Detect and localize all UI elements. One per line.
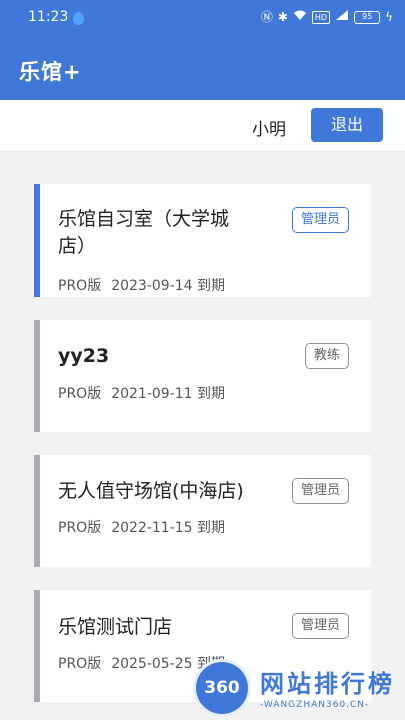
venue-name: 乐馆测试门店 [58, 616, 173, 638]
app-bar: 乐馆+ [0, 36, 405, 100]
status-icons: Ⓝ ✱ HD 95 ϟ [261, 9, 393, 25]
venue-edition: PRO版 [58, 656, 102, 672]
venue-edition: PRO版 [58, 278, 102, 294]
venue-expiry: 2021-09-11 到期 [111, 386, 226, 402]
venue-meta: PRO版 2023-09-14 到期 [58, 275, 225, 295]
watermark-text: 网站排行榜 [260, 670, 395, 698]
venue-expiry: 2022-11-15 到期 [111, 520, 226, 536]
username: 小明 [252, 120, 286, 140]
venue-name: 乐馆自习室（大学城 店） [58, 208, 230, 257]
wifi-icon [293, 9, 307, 25]
charging-icon: ϟ [385, 10, 393, 24]
venue-meta: PRO版 2021-09-11 到期 [58, 383, 225, 403]
user-bar: 小明 退出 [0, 100, 405, 150]
hd-badge: HD [311, 10, 331, 24]
status-bar: 11:23 Ⓝ ✱ HD 95 ϟ [0, 0, 405, 36]
battery-icon: 95 [354, 10, 381, 24]
logout-button[interactable]: 退出 [311, 108, 383, 142]
watermark-logo-icon: 360 [196, 662, 248, 714]
status-time: 11:23 [28, 9, 69, 25]
nfc-icon: Ⓝ [260, 10, 273, 24]
venue-meta: PRO版 2022-11-15 到期 [58, 517, 225, 537]
venue-card[interactable]: yy23 教练 PRO版 2021-09-11 到期 [34, 320, 371, 432]
role-badge: 管理员 [291, 478, 349, 504]
notification-bubble-icon [73, 12, 84, 25]
app-title: 乐馆+ [19, 60, 82, 84]
venue-card[interactable]: 无人值守场馆(中海店) 管理员 PRO版 2022-11-15 到期 [34, 455, 371, 567]
venue-name: yy23 [58, 345, 110, 367]
venue-card[interactable]: 乐馆自习室（大学城 店） 管理员 PRO版 2023-09-14 到期 [34, 184, 371, 297]
bluetooth-icon: ✱ [277, 10, 288, 24]
role-badge: 管理员 [291, 207, 349, 233]
venue-expiry: 2023-09-14 到期 [111, 278, 226, 294]
watermark-subtext: -WANGZHAN360.CN- [260, 700, 370, 710]
role-badge: 教练 [304, 343, 349, 369]
watermark: 360 网站排行榜 -WANGZHAN360.CN- [196, 650, 405, 720]
signal-icon [335, 9, 349, 25]
venue-edition: PRO版 [58, 386, 102, 402]
venue-name: 无人值守场馆(中海店) [58, 480, 244, 502]
role-badge: 管理员 [291, 613, 349, 639]
venue-edition: PRO版 [58, 520, 102, 536]
